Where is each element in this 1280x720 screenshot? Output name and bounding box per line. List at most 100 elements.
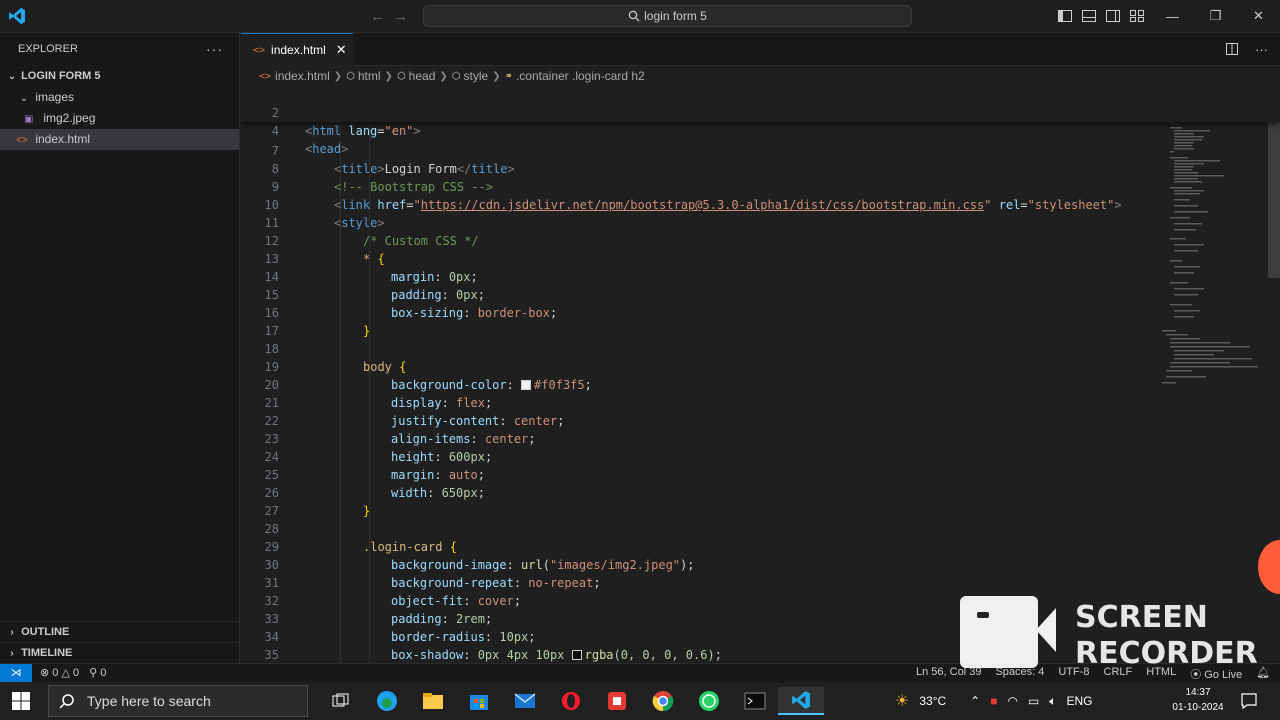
breadcrumb-file[interactable]: index.html	[275, 69, 330, 83]
split-editor-icon[interactable]	[1225, 42, 1239, 56]
toggle-secondary-sidebar-icon[interactable]	[1105, 8, 1121, 24]
clock-time: 14:37	[1185, 687, 1211, 698]
code-line: 16 }	[241, 286, 1280, 338]
file-explorer-icon[interactable]	[410, 687, 456, 715]
element-icon: ⬡	[346, 70, 355, 82]
html-file-icon: <>	[259, 70, 272, 82]
more-actions-icon[interactable]: ···	[1255, 42, 1268, 57]
task-view-icon[interactable]	[318, 687, 364, 715]
tree-item-label: images	[35, 90, 75, 104]
terminal-icon[interactable]	[732, 687, 778, 715]
chrome-icon[interactable]	[640, 687, 686, 715]
code-line: 21 justify-content: center;	[241, 376, 1280, 428]
line-number: 4	[271, 124, 279, 138]
vertical-scrollbar[interactable]	[1268, 98, 1280, 278]
camera-dot	[977, 612, 989, 618]
language-indicator[interactable]: ENG	[1067, 694, 1093, 708]
chevron-right-icon: ❯	[492, 70, 501, 82]
battery-icon[interactable]: ▭	[1028, 694, 1039, 708]
whatsapp-icon[interactable]	[686, 687, 732, 715]
code-editor[interactable]: 2 <html lang="en"> 4 <head> 7 <title>Log…	[241, 86, 1280, 663]
explorer-header: EXPLORER ···	[0, 33, 239, 66]
tree-item-label: img2.jpeg	[43, 111, 96, 125]
code-line: 10 <style>	[241, 178, 1280, 230]
outline-label: OUTLINE	[21, 626, 70, 638]
clock[interactable]: 14:37 01-10-2024	[1168, 685, 1228, 715]
sticky-scroll[interactable]: 2 <html lang="en"> 4 <head>	[241, 86, 1280, 156]
recorder-tray-icon[interactable]: ■	[990, 694, 997, 708]
breadcrumb-style[interactable]: style	[464, 69, 489, 83]
search-icon	[628, 10, 640, 22]
toggle-panel-icon[interactable]	[1081, 8, 1097, 24]
more-actions-icon[interactable]: ···	[206, 33, 223, 66]
tree-file-img2[interactable]: ▣ img2.jpeg	[0, 108, 239, 129]
editor-tabs: <> index.html ✕ ···	[241, 33, 1280, 66]
microsoft-store-icon[interactable]	[456, 687, 502, 715]
close-button[interactable]: ✕	[1237, 0, 1280, 32]
tab-label: index.html	[271, 43, 326, 57]
clock-date: 01-10-2024	[1172, 702, 1224, 713]
chevron-right-icon: ›	[10, 648, 14, 659]
tree-item-label: index.html	[35, 132, 91, 146]
notification-center-icon[interactable]	[1240, 692, 1258, 710]
forward-arrow-icon[interactable]: →	[393, 8, 416, 25]
code-line: 30 background-repeat: no-repeat;	[241, 538, 1280, 590]
indentation[interactable]: Spaces: 4	[995, 666, 1044, 682]
toggle-sidebar-icon[interactable]	[1057, 8, 1073, 24]
tree-file-index[interactable]: <> index.html	[0, 129, 239, 150]
customize-layout-icon[interactable]	[1129, 8, 1145, 24]
temperature[interactable]: 33°C	[919, 694, 946, 708]
taskbar-search[interactable]: Type here to search	[48, 685, 308, 717]
media-app-icon[interactable]	[594, 687, 640, 715]
tab-index-html[interactable]: <> index.html ✕	[241, 33, 353, 66]
breadcrumb: <> index.html ❯ ⬡ html ❯ ⬡ head ❯ ⬡ styl…	[241, 66, 1280, 86]
windows-start-icon[interactable]	[12, 692, 30, 710]
explorer-title: EXPLORER	[18, 43, 78, 55]
remote-indicator[interactable]: ⋊	[0, 664, 32, 682]
code-line: 9 <link href="https://cdn.jsdelivr.net/n…	[241, 160, 1280, 212]
opera-icon[interactable]	[548, 687, 594, 715]
code-line: 22 align-items: center;	[241, 394, 1280, 446]
error-count: 0	[52, 667, 59, 679]
vscode-taskbar-icon[interactable]	[778, 687, 824, 715]
problems-indicator[interactable]: ⊗ 0 △ 0	[40, 666, 79, 679]
warning-count: 0	[73, 667, 80, 679]
maximize-button[interactable]: ❐	[1194, 0, 1237, 32]
edge-icon[interactable]	[364, 687, 410, 715]
element-icon: ⬡	[451, 70, 461, 82]
html-file-icon: <>	[16, 135, 28, 146]
tree-folder-images[interactable]: ⌄ images	[0, 87, 239, 108]
back-arrow-icon[interactable]: ←	[370, 8, 393, 25]
chevron-up-icon[interactable]: ⌃	[970, 694, 980, 708]
element-icon: ⬡	[396, 70, 406, 82]
cursor-position[interactable]: Ln 56, Col 39	[916, 666, 981, 682]
minimize-button[interactable]: —	[1151, 0, 1194, 32]
search-placeholder: Type here to search	[87, 693, 211, 709]
breadcrumb-html[interactable]: html	[358, 69, 381, 83]
timeline-section[interactable]: › TIMELINE	[0, 642, 240, 663]
history-nav: ←→	[370, 8, 416, 25]
line-code: <html lang="en">	[305, 124, 421, 138]
command-center[interactable]: login form 5	[423, 5, 912, 27]
mail-icon[interactable]	[502, 687, 548, 715]
ports-indicator[interactable]: ⚲ 0	[89, 666, 106, 679]
workspace-root[interactable]: ⌄ LOGIN FORM 5	[0, 66, 239, 87]
command-center-label: login form 5	[644, 9, 707, 23]
weather-icon[interactable]: ☀	[895, 691, 909, 711]
windows-taskbar: Type here to search ☀ 33°C ⌃ ■ ◠ ▭ 🔈︎ EN…	[0, 682, 1280, 720]
workspace-root-label: LOGIN FORM 5	[21, 70, 101, 82]
close-tab-icon[interactable]: ✕	[336, 42, 347, 58]
explorer-sidebar: EXPLORER ··· ⌄ LOGIN FORM 5 ⌄ images ▣ i…	[0, 33, 240, 663]
volume-icon[interactable]: 🔈︎	[1049, 694, 1056, 709]
breadcrumb-head[interactable]: head	[409, 69, 436, 83]
vscode-logo-icon[interactable]	[8, 7, 26, 25]
notifications-bell-icon[interactable]: 🔔︎	[1256, 666, 1270, 682]
breadcrumb-selector[interactable]: .container .login-card h2	[516, 69, 645, 83]
code-line: 32 padding: 2rem;	[241, 574, 1280, 626]
screen-recorder-watermark: SCREEN RECORDER	[1075, 600, 1258, 672]
wifi-icon[interactable]: ◠	[1007, 694, 1017, 708]
timeline-label: TIMELINE	[21, 647, 73, 659]
minimap[interactable]	[1156, 86, 1266, 663]
watermark-line-1: SCREEN	[1075, 600, 1208, 635]
outline-section[interactable]: › OUTLINE	[0, 621, 240, 642]
